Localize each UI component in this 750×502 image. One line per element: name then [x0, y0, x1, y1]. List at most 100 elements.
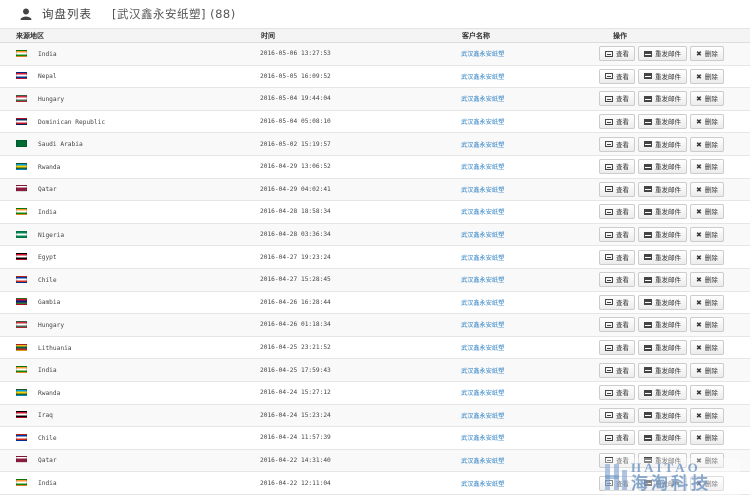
resend-email-button[interactable]: 重发邮件 — [638, 272, 687, 288]
resend-email-button[interactable]: 重发邮件 — [638, 317, 687, 333]
customer-link[interactable]: 武汉鑫永安纸塑 — [446, 381, 597, 405]
view-button[interactable]: 查看 — [599, 430, 635, 446]
resend-email-button[interactable]: 重发邮件 — [638, 475, 687, 491]
customer-link[interactable]: 武汉鑫永安纸塑 — [446, 87, 597, 111]
list-icon — [605, 412, 613, 419]
view-button[interactable]: 查看 — [599, 227, 635, 243]
resend-email-button[interactable]: 重发邮件 — [638, 46, 687, 62]
resend-email-button[interactable]: 重发邮件 — [638, 385, 687, 401]
resend-email-button[interactable]: 重发邮件 — [638, 181, 687, 197]
country-flag-icon — [16, 479, 27, 487]
envelope-icon — [644, 480, 652, 487]
customer-link[interactable]: 武汉鑫永安纸塑 — [446, 200, 597, 224]
close-icon: ✖ — [696, 208, 702, 217]
delete-button[interactable]: ✖ 删除 — [690, 407, 724, 423]
resend-email-button[interactable]: 重发邮件 — [638, 430, 687, 446]
delete-button[interactable]: ✖ 删除 — [690, 272, 724, 288]
view-button[interactable]: 查看 — [599, 452, 635, 468]
view-button[interactable]: 查看 — [599, 91, 635, 107]
view-button[interactable]: 查看 — [599, 68, 635, 84]
customer-link[interactable]: 武汉鑫永安纸塑 — [446, 313, 597, 337]
resend-email-button[interactable]: 重发邮件 — [638, 136, 687, 152]
delete-button[interactable]: ✖ 删除 — [690, 91, 724, 107]
country-name: Saudi Arabia — [38, 141, 83, 149]
country-flag-icon — [16, 117, 27, 125]
delete-button[interactable]: ✖ 删除 — [690, 385, 724, 401]
envelope-icon — [644, 367, 652, 374]
customer-link[interactable]: 武汉鑫永安纸塑 — [446, 223, 597, 247]
resend-email-button[interactable]: 重发邮件 — [638, 227, 687, 243]
view-button-label: 查看 — [616, 118, 629, 127]
delete-button[interactable]: ✖ 删除 — [690, 46, 724, 62]
view-button[interactable]: 查看 — [599, 159, 635, 175]
delete-button[interactable]: ✖ 删除 — [690, 317, 724, 333]
resend-email-button[interactable]: 重发邮件 — [638, 362, 687, 378]
view-button[interactable]: 查看 — [599, 204, 635, 220]
region-cell: Nepal — [0, 65, 245, 89]
page-title: 询盘列表 — [42, 7, 92, 21]
view-button[interactable]: 查看 — [599, 294, 635, 310]
resend-email-button[interactable]: 重发邮件 — [638, 114, 687, 130]
customer-link[interactable]: 武汉鑫永安纸塑 — [446, 268, 597, 292]
view-button[interactable]: 查看 — [599, 114, 635, 130]
resend-email-button[interactable]: 重发邮件 — [638, 249, 687, 265]
column-header-time[interactable]: 时间 — [245, 29, 446, 43]
customer-link[interactable]: 武汉鑫永安纸塑 — [446, 178, 597, 202]
view-button-label: 查看 — [616, 72, 629, 81]
customer-link[interactable]: 武汉鑫永安纸塑 — [446, 404, 597, 428]
delete-button[interactable]: ✖ 删除 — [690, 159, 724, 175]
customer-link[interactable]: 武汉鑫永安纸塑 — [446, 358, 597, 382]
customer-link[interactable]: 武汉鑫永安纸塑 — [446, 110, 597, 134]
delete-button[interactable]: ✖ 删除 — [690, 136, 724, 152]
customer-link[interactable]: 武汉鑫永安纸塑 — [446, 449, 597, 473]
resend-email-button[interactable]: 重发邮件 — [638, 407, 687, 423]
actions-cell: 查看 重发邮件 ✖ 删除 — [597, 155, 750, 179]
resend-email-button[interactable]: 重发邮件 — [638, 452, 687, 468]
delete-button[interactable]: ✖ 删除 — [690, 204, 724, 220]
delete-button[interactable]: ✖ 删除 — [690, 340, 724, 356]
customer-link[interactable]: 武汉鑫永安纸塑 — [446, 132, 597, 156]
customer-link[interactable]: 武汉鑫永安纸塑 — [446, 471, 597, 495]
column-header-customer[interactable]: 客户名称 — [446, 29, 597, 43]
view-button-label: 查看 — [616, 434, 629, 443]
customer-link[interactable]: 武汉鑫永安纸塑 — [446, 291, 597, 315]
resend-email-button[interactable]: 重发邮件 — [638, 68, 687, 84]
delete-button[interactable]: ✖ 删除 — [690, 430, 724, 446]
customer-link[interactable]: 武汉鑫永安纸塑 — [446, 426, 597, 450]
delete-button[interactable]: ✖ 删除 — [690, 227, 724, 243]
customer-link[interactable]: 武汉鑫永安纸塑 — [446, 65, 597, 89]
column-header-region[interactable]: 来源地区 — [0, 29, 245, 43]
view-button[interactable]: 查看 — [599, 475, 635, 491]
region-cell: Nigeria — [0, 223, 245, 247]
view-button[interactable]: 查看 — [599, 340, 635, 356]
customer-link[interactable]: 武汉鑫永安纸塑 — [446, 245, 597, 269]
list-icon — [605, 73, 613, 80]
resend-email-button[interactable]: 重发邮件 — [638, 294, 687, 310]
customer-link[interactable]: 武汉鑫永安纸塑 — [446, 155, 597, 179]
delete-button[interactable]: ✖ 删除 — [690, 475, 724, 491]
view-button[interactable]: 查看 — [599, 362, 635, 378]
resend-email-button-label: 重发邮件 — [655, 253, 681, 262]
view-button[interactable]: 查看 — [599, 249, 635, 265]
delete-button[interactable]: ✖ 删除 — [690, 249, 724, 265]
resend-email-button[interactable]: 重发邮件 — [638, 204, 687, 220]
view-button[interactable]: 查看 — [599, 317, 635, 333]
delete-button[interactable]: ✖ 删除 — [690, 181, 724, 197]
resend-email-button[interactable]: 重发邮件 — [638, 340, 687, 356]
delete-button[interactable]: ✖ 删除 — [690, 68, 724, 84]
envelope-icon — [644, 118, 652, 125]
view-button[interactable]: 查看 — [599, 181, 635, 197]
delete-button[interactable]: ✖ 删除 — [690, 294, 724, 310]
delete-button[interactable]: ✖ 删除 — [690, 362, 724, 378]
view-button[interactable]: 查看 — [599, 136, 635, 152]
resend-email-button[interactable]: 重发邮件 — [638, 159, 687, 175]
view-button[interactable]: 查看 — [599, 407, 635, 423]
delete-button[interactable]: ✖ 删除 — [690, 114, 724, 130]
view-button[interactable]: 查看 — [599, 385, 635, 401]
view-button[interactable]: 查看 — [599, 46, 635, 62]
customer-link[interactable]: 武汉鑫永安纸塑 — [446, 336, 597, 360]
view-button[interactable]: 查看 — [599, 272, 635, 288]
resend-email-button[interactable]: 重发邮件 — [638, 91, 687, 107]
delete-button[interactable]: ✖ 删除 — [690, 452, 724, 468]
customer-link[interactable]: 武汉鑫永安纸塑 — [446, 42, 597, 66]
